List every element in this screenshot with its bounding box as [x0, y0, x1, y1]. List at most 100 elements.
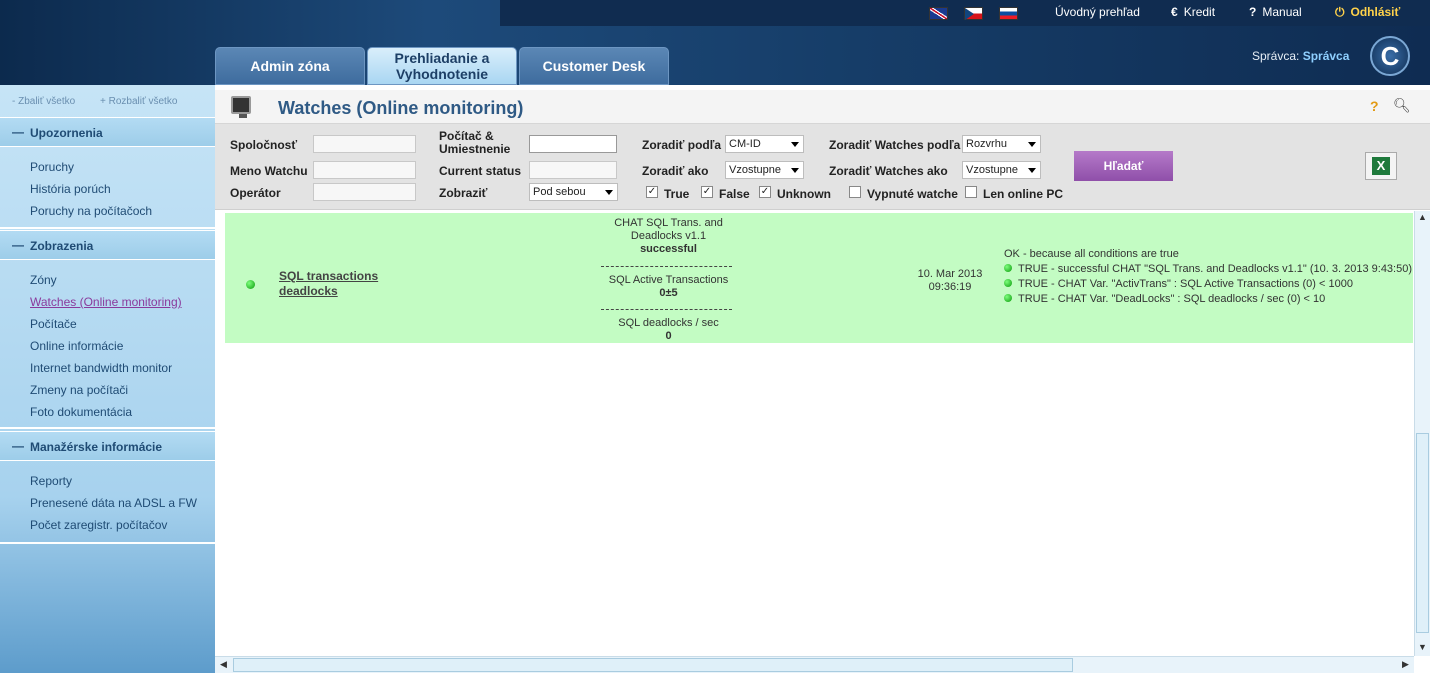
horizontal-scrollbar[interactable]: ◀ ▶ — [215, 656, 1414, 673]
sidebar-item-pc-failures[interactable]: Poruchy na počítačoch — [30, 204, 152, 218]
flag-en-icon[interactable] — [929, 7, 948, 20]
search-button[interactable]: Hľadať — [1074, 151, 1173, 181]
current-status-input[interactable] — [529, 161, 617, 179]
watch-sort-as-label: Zoradiť Watches ako — [829, 164, 948, 178]
sidebar-item-adsl-data[interactable]: Prenesené dáta na ADSL a FW — [30, 496, 197, 510]
date: 10. Mar 2013 — [917, 268, 983, 280]
online-pc-label: Len online PC — [983, 187, 1064, 201]
scroll-right-icon[interactable]: ▶ — [1402, 659, 1409, 670]
title-bar: Watches (Online monitoring) ? 🔍︎ — [215, 90, 1430, 124]
unknown-label: Unknown — [777, 187, 831, 201]
watch-name-input[interactable] — [313, 161, 416, 179]
overview-link[interactable]: Úvodný prehľad — [1055, 5, 1140, 19]
scrollbar-thumb[interactable] — [233, 658, 1073, 672]
sidebar-item-online-info[interactable]: Online informácie — [30, 339, 123, 353]
scrollbar-thumb[interactable] — [1416, 433, 1429, 633]
watch-sort-as-select[interactable]: Vzostupne — [962, 161, 1041, 179]
company-input[interactable] — [313, 135, 416, 153]
divider — [601, 309, 732, 310]
watch-sort-by-select[interactable]: Rozvrhu — [962, 135, 1041, 153]
scroll-down-icon[interactable]: ▼ — [1418, 642, 1427, 652]
true-checkbox[interactable]: ✓ — [646, 186, 658, 198]
section-title: Upozornenia — [30, 126, 103, 140]
online-pc-checkbox[interactable] — [965, 186, 977, 198]
status-dot-icon — [1004, 264, 1012, 272]
collapse-all-link[interactable]: - Zbaliť všetko — [12, 96, 75, 107]
sidebar-item-computers[interactable]: Počítače — [30, 317, 77, 331]
logout-link[interactable]: ⏻ Odhlásiť — [1335, 5, 1400, 20]
collapse-dash-icon: — — [12, 439, 24, 453]
result-text: TRUE - CHAT Var. "DeadLocks" : SQL deadl… — [1018, 293, 1326, 305]
manual-label: Manual — [1262, 5, 1302, 19]
divider — [0, 227, 215, 229]
display-select[interactable]: Pod sebou — [529, 183, 618, 201]
divider — [0, 427, 215, 429]
check-chat-sql: CHAT SQL Trans. and Deadlocks v1.1 succes… — [595, 217, 742, 256]
watch-row[interactable]: SQL transactions deadlocks CHAT SQL Tran… — [225, 213, 1413, 343]
check-label: SQL deadlocks / sec — [618, 317, 719, 329]
tab-review[interactable]: Prehliadanie a Vyhodnotenie — [367, 47, 517, 85]
divider — [601, 266, 732, 267]
collapse-dash-icon: — — [12, 238, 24, 252]
section-alerts[interactable]: — Upozornenia — [0, 117, 215, 147]
power-icon: ⏻ — [1335, 5, 1345, 19]
check-label: SQL Active Transactions — [608, 274, 729, 286]
sort-as-label: Zoradiť ako — [642, 164, 709, 178]
sidebar-item-reports[interactable]: Reporty — [30, 474, 72, 488]
operator-label: Operátor — [230, 186, 281, 200]
check-value: successful — [640, 243, 697, 255]
sidebar-item-failure-history[interactable]: História porúch — [30, 182, 111, 196]
unknown-checkbox[interactable]: ✓ — [759, 186, 771, 198]
excel-icon: X — [1372, 157, 1390, 175]
display-label: Zobraziť — [439, 186, 488, 200]
true-label: True — [664, 187, 690, 201]
credit-link[interactable]: € Kredit — [1171, 5, 1215, 19]
manual-link[interactable]: ? Manual — [1249, 5, 1302, 19]
section-title: Manažérske informácie — [30, 440, 163, 454]
status-dot-icon — [246, 280, 255, 289]
admin-label-text: Správca: — [1252, 49, 1300, 63]
section-title: Zobrazenia — [30, 239, 94, 253]
section-management[interactable]: — Manažérske informácie — [0, 431, 215, 461]
help-icon[interactable]: ? — [1370, 98, 1379, 114]
tab-admin-zone[interactable]: Admin zóna — [215, 47, 365, 85]
sort-by-select[interactable]: CM-ID — [725, 135, 804, 153]
operator-input[interactable] — [313, 183, 416, 201]
admin-name[interactable]: Správca — [1303, 49, 1350, 63]
false-label: False — [719, 187, 750, 201]
sidebar-item-pc-changes[interactable]: Zmeny na počítači — [30, 383, 128, 397]
scroll-up-icon[interactable]: ▲ — [1418, 212, 1427, 222]
monitor-icon — [231, 96, 251, 118]
disabled-watches-label: Vypnuté watche — [867, 187, 958, 201]
help-icon: ? — [1249, 5, 1257, 19]
sidebar-item-photo-docs[interactable]: Foto dokumentácia — [30, 405, 132, 419]
section-views[interactable]: — Zobrazenia — [0, 230, 215, 260]
excel-export-button[interactable]: X — [1365, 152, 1397, 180]
sort-as-select[interactable]: Vzostupne — [725, 161, 804, 179]
expand-all-link[interactable]: + Rozbaliť všetko — [100, 96, 177, 107]
filter-panel: Spoločnosť Meno Watchu Operátor Počítač … — [215, 124, 1430, 210]
sidebar-item-watches[interactable]: Watches (Online monitoring) — [30, 295, 182, 309]
pc-location-input[interactable] — [529, 135, 617, 153]
result-line: TRUE - successful CHAT "SQL Trans. and D… — [1004, 262, 1412, 277]
scroll-left-icon[interactable]: ◀ — [220, 659, 227, 670]
vertical-scrollbar[interactable]: ▲ ▼ — [1414, 211, 1430, 656]
sidebar: - Zbaliť všetko + Rozbaliť všetko — Upozo… — [0, 85, 215, 673]
search-icon[interactable]: 🔍︎ — [1393, 97, 1411, 114]
flag-cz-icon[interactable] — [964, 7, 983, 20]
sidebar-item-zones[interactable]: Zóny — [30, 273, 57, 287]
flag-sk-icon[interactable] — [999, 7, 1018, 20]
false-checkbox[interactable]: ✓ — [701, 186, 713, 198]
disabled-watches-checkbox[interactable] — [849, 186, 861, 198]
status-dot-icon — [1004, 294, 1012, 302]
sidebar-item-registered-pcs[interactable]: Počet zaregistr. počítačov — [30, 518, 167, 532]
time: 09:36:19 — [928, 281, 972, 293]
euro-icon: € — [1171, 5, 1178, 19]
sidebar-item-bandwidth[interactable]: Internet bandwidth monitor — [30, 361, 172, 375]
logo: C — [1370, 36, 1410, 76]
sidebar-item-failures[interactable]: Poruchy — [30, 160, 74, 174]
tab-customer-desk[interactable]: Customer Desk — [519, 47, 669, 85]
header: Úvodný prehľad € Kredit ? Manual ⏻ Odhlásiť… — [0, 0, 1430, 85]
logout-label: Odhlásiť — [1350, 5, 1401, 19]
watch-name-link[interactable]: SQL transactions deadlocks — [279, 269, 409, 299]
